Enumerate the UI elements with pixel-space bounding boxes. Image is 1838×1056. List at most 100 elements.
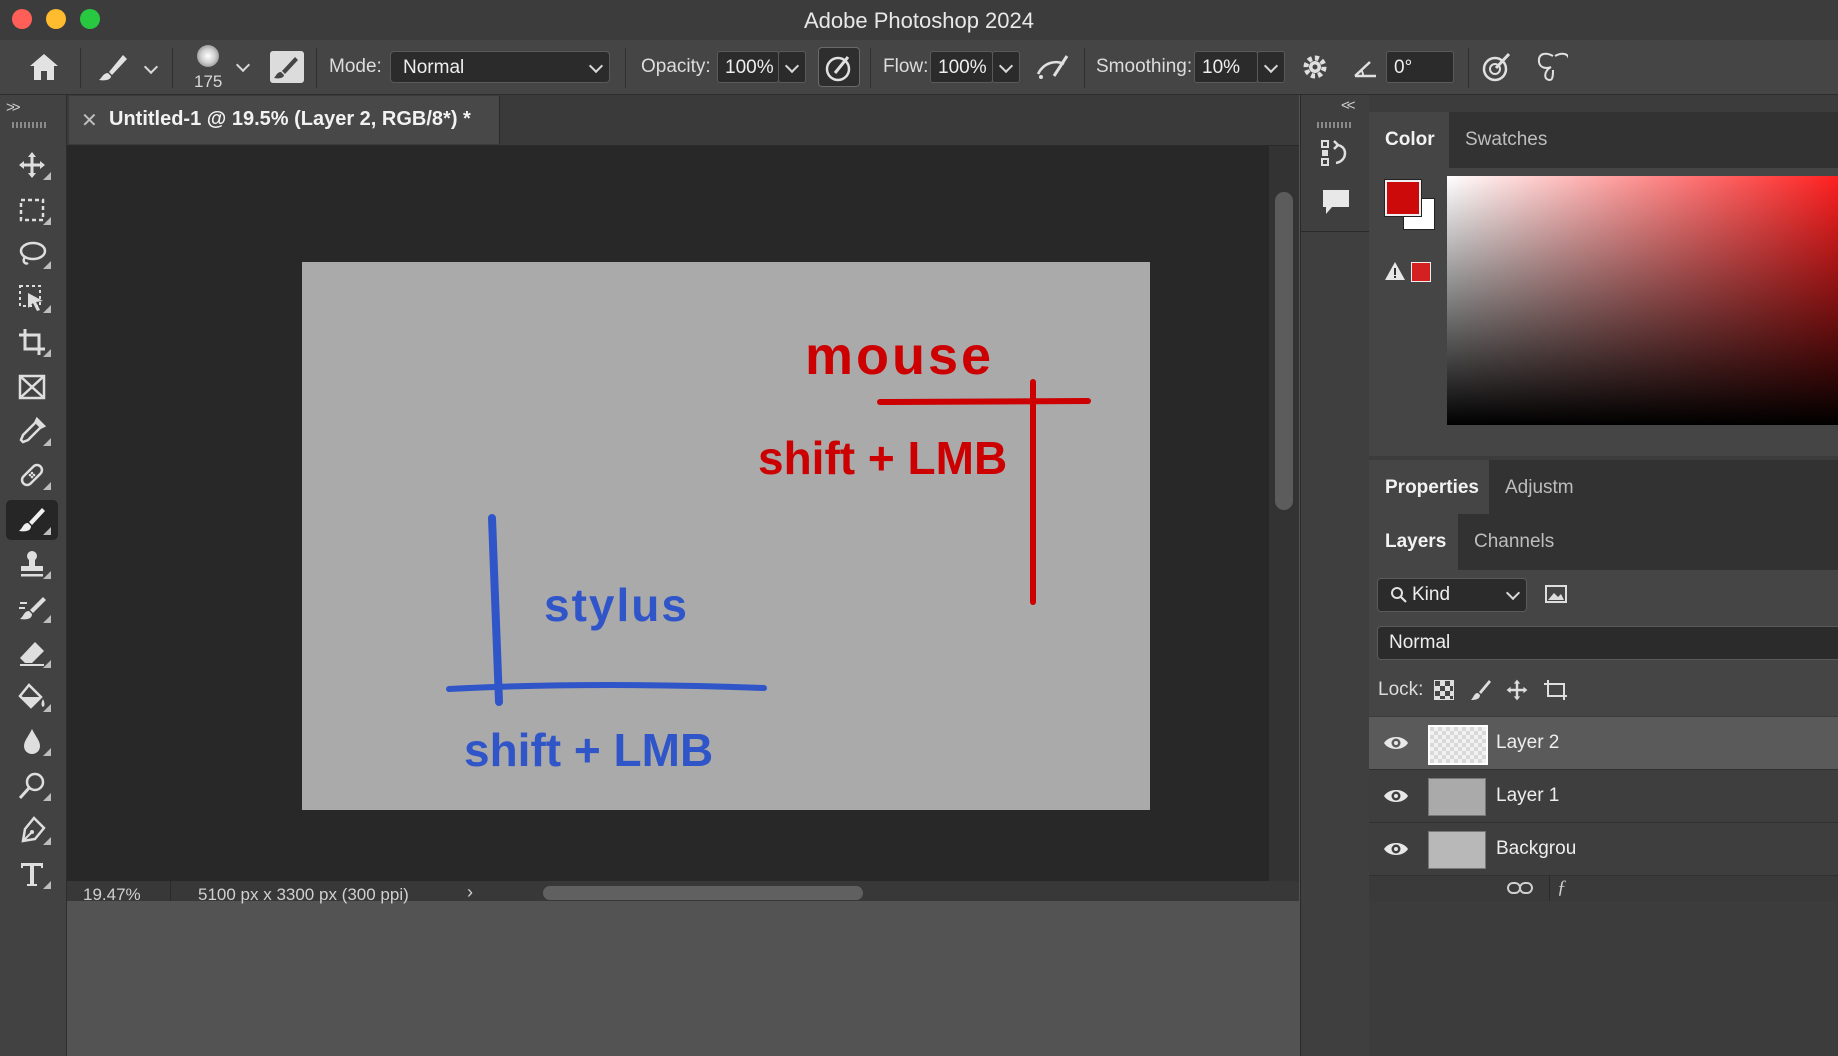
tab-adjustments[interactable]: Adjustm	[1489, 460, 1639, 516]
horizontal-scroll-thumb[interactable]	[543, 886, 863, 900]
separator	[1468, 48, 1469, 88]
flow-label: Flow:	[883, 56, 929, 77]
lock-image-pixels-button[interactable]	[1469, 678, 1493, 702]
history-panel-button[interactable]	[1318, 135, 1354, 171]
smoothing-slider-toggle[interactable]	[1257, 51, 1285, 83]
crop-tool[interactable]	[6, 322, 58, 362]
angle-icon-wrap	[1352, 54, 1380, 82]
layers-footer: ƒ	[1369, 876, 1838, 901]
lock-transparent-pixels-icon[interactable]	[1434, 680, 1454, 700]
filter-image-layers-button[interactable]	[1545, 584, 1567, 604]
mode-value: Normal	[403, 57, 465, 78]
brush-preset-picker[interactable]: 175	[186, 44, 252, 92]
layer-effects-icon[interactable]: ƒ	[1557, 877, 1567, 899]
eraser-tool[interactable]	[6, 633, 58, 673]
gamut-color-swatch[interactable]	[1411, 262, 1431, 282]
pressure-size-button[interactable]	[1478, 50, 1514, 84]
smoothing-input[interactable]: 10%	[1194, 51, 1258, 83]
brush-panel-icon	[274, 57, 298, 79]
color-field[interactable]	[1447, 176, 1838, 425]
eye-icon[interactable]	[1383, 733, 1409, 753]
expand-toolbar-button[interactable]: >>	[6, 99, 20, 116]
history-icon	[1321, 140, 1347, 166]
eye-icon[interactable]	[1383, 839, 1409, 859]
airbrush-button[interactable]	[1034, 50, 1074, 84]
out-of-gamut-warning-icon[interactable]	[1384, 261, 1406, 281]
eye-icon[interactable]	[1383, 786, 1409, 806]
pen-tool[interactable]	[6, 810, 58, 850]
clone-stamp-tool[interactable]	[6, 544, 58, 584]
blend-mode-dropdown[interactable]: Normal	[1377, 626, 1838, 660]
color-panel	[1369, 168, 1838, 456]
mouse-label: mouse	[805, 326, 994, 386]
artboard-icon	[1544, 680, 1567, 700]
separator	[170, 881, 171, 901]
layer-name: Layer 1	[1496, 785, 1560, 806]
foreground-color-swatch[interactable]	[1385, 180, 1421, 216]
link-layers-icon[interactable]	[1507, 881, 1533, 895]
type-tool[interactable]	[6, 854, 58, 894]
frame-icon	[18, 374, 46, 400]
healing-brush-tool[interactable]	[6, 455, 58, 495]
vertical-scroll-thumb[interactable]	[1275, 192, 1293, 510]
gear-icon	[1303, 55, 1327, 79]
tab-layers[interactable]: Layers	[1369, 514, 1458, 570]
opacity-input[interactable]: 100%	[717, 51, 779, 83]
move-tool[interactable]	[6, 145, 58, 185]
close-tab-icon[interactable]: ✕	[81, 108, 98, 133]
brush-settings-toggle[interactable]	[270, 51, 304, 83]
tab-swatches[interactable]: Swatches	[1449, 112, 1564, 168]
smoothing-value: 10%	[1202, 57, 1241, 78]
marquee-tool[interactable]	[6, 190, 58, 230]
collapse-panels-button[interactable]: <<	[1341, 97, 1355, 114]
angle-input[interactable]: 0°	[1386, 51, 1454, 83]
history-brush-tool[interactable]	[6, 588, 58, 628]
comments-panel-button[interactable]	[1318, 185, 1354, 221]
flow-input[interactable]: 100%	[930, 51, 993, 83]
object-selection-tool[interactable]	[6, 278, 58, 318]
tool-preset-picker[interactable]	[96, 52, 162, 84]
zoom-level[interactable]: 19.47%	[83, 885, 141, 905]
separator	[1549, 876, 1550, 901]
chevron-down-icon	[998, 58, 1014, 74]
paint-bucket-tool[interactable]	[6, 677, 58, 717]
mode-dropdown[interactable]: Normal	[390, 51, 610, 83]
angle-icon	[1354, 61, 1376, 78]
home-icon	[30, 54, 58, 80]
tools-panel: >>	[0, 95, 67, 1056]
symmetry-button[interactable]	[1534, 50, 1568, 84]
tab-channels[interactable]: Channels	[1458, 514, 1583, 570]
tab-properties[interactable]: Properties	[1369, 460, 1489, 516]
layer-row[interactable]: Backgrou	[1369, 823, 1838, 876]
brush-icon	[1471, 680, 1491, 700]
home-button[interactable]	[24, 50, 64, 84]
pressure-size-icon	[1482, 52, 1511, 82]
layer-row[interactable]: Layer 2	[1369, 717, 1838, 770]
smoothing-options-button[interactable]	[1298, 50, 1332, 84]
chevron-down-icon	[1505, 585, 1521, 601]
tab-color[interactable]: Color	[1369, 112, 1449, 168]
layer-thumbnail	[1428, 778, 1486, 816]
lock-label: Lock:	[1378, 679, 1424, 700]
toolbar-grip[interactable]	[12, 122, 48, 128]
document-canvas[interactable]: mouse shift + LMB stylus shift + LMB	[302, 262, 1150, 810]
layer-filter-dropdown[interactable]: Kind	[1377, 578, 1527, 612]
eyedropper-tool[interactable]	[6, 411, 58, 451]
brush-tool[interactable]	[6, 500, 58, 540]
frame-tool[interactable]	[6, 367, 58, 407]
document-tab[interactable]: ✕ Untitled-1 @ 19.5% (Layer 2, RGB/8*) *	[69, 96, 500, 144]
layer-row[interactable]: Layer 1	[1369, 770, 1838, 823]
dodge-tool[interactable]	[6, 766, 58, 806]
blur-tool[interactable]	[6, 721, 58, 761]
brush-size: 175	[194, 72, 223, 91]
opacity-slider-toggle[interactable]	[778, 51, 806, 83]
pressure-opacity-button[interactable]	[818, 47, 860, 87]
lock-artboard-button[interactable]	[1543, 679, 1567, 701]
flow-slider-toggle[interactable]	[992, 51, 1020, 83]
mode-label: Mode:	[329, 56, 382, 77]
color-panel-tabs: Color Swatches	[1369, 112, 1838, 169]
lasso-tool[interactable]	[6, 234, 58, 274]
status-menu-chevron-icon[interactable]: ›	[467, 882, 473, 903]
dock-grip[interactable]	[1317, 122, 1353, 128]
lock-position-button[interactable]	[1505, 678, 1529, 702]
